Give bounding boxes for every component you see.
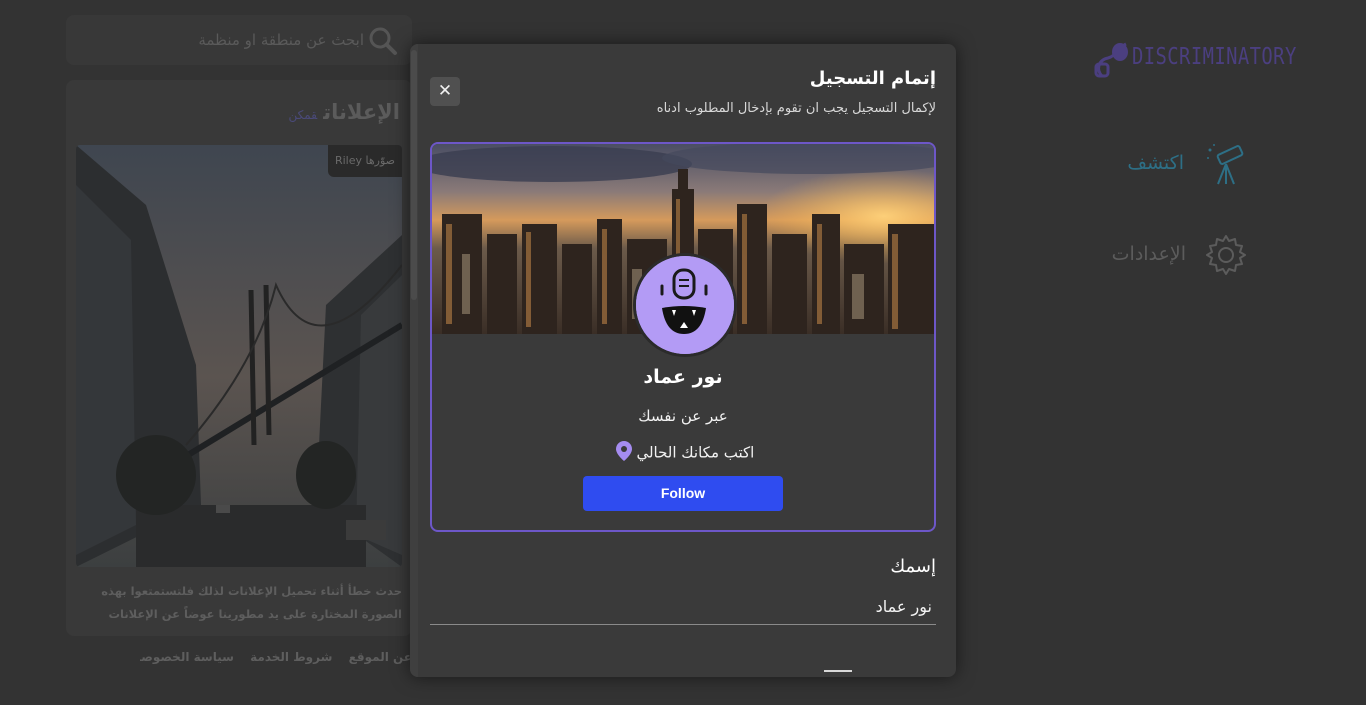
name-field[interactable] xyxy=(430,589,936,625)
profile-bio[interactable]: عبر عن نفسك xyxy=(432,407,934,425)
scrollbar-thumb[interactable] xyxy=(411,50,417,300)
photo-credit[interactable]: صوّرها Riley xyxy=(328,145,402,177)
ads-error-text: حدث خطأ أثناء تحميل الإعلانات لذلك فلتست… xyxy=(101,584,402,621)
footer-link-about[interactable]: عن الموقع xyxy=(349,650,412,664)
modal-scrollbar[interactable] xyxy=(410,44,418,677)
profile-location[interactable]: اكتب مكانك الحالي xyxy=(432,441,934,465)
search-icon[interactable] xyxy=(368,26,398,60)
close-button[interactable]: ✕ xyxy=(430,77,460,106)
ads-photo xyxy=(76,145,402,567)
follow-button[interactable]: Follow xyxy=(583,476,783,511)
name-field-label: إسمك xyxy=(890,556,936,577)
location-pin-icon xyxy=(615,441,632,465)
footer-link-terms[interactable]: شروط الخدمة xyxy=(250,650,332,664)
footer-links: عن الموقع شروط الخدمة سياسة الخصوصية xyxy=(140,650,412,664)
close-icon: ✕ xyxy=(437,81,453,101)
profile-name: نور عماد xyxy=(643,366,723,388)
search-placeholder: ابحث عن منطقة او منظمة xyxy=(198,31,364,49)
nav-item-settings[interactable]: الإعدادات xyxy=(1112,243,1186,265)
search-box[interactable]: ابحث عن منطقة او منظمة xyxy=(66,15,412,65)
modal-subtitle: لإكمال التسجيل يجب ان تقوم بإدخال المطلو… xyxy=(656,101,936,116)
profile-location-text: اكتب مكانك الحالي xyxy=(636,443,755,462)
avatar[interactable] xyxy=(633,253,737,357)
ads-title: الإعلاناتقمكن xyxy=(288,100,400,124)
modal-title: إتمام التسجيل xyxy=(809,68,936,89)
logo-icon[interactable] xyxy=(1094,40,1130,80)
gear-icon[interactable] xyxy=(1204,233,1248,281)
ads-card: الإعلاناتقمكن صوّرها Riley حدث خطأ أثناء… xyxy=(66,80,412,636)
profile-card: نور عماد عبر عن نفسك اكتب مكانك الحالي F… xyxy=(430,142,936,532)
nav-item-explore[interactable]: اكتشف xyxy=(1127,152,1184,174)
telescope-icon[interactable] xyxy=(1204,142,1248,190)
registration-modal: ✕ إتمام التسجيل لإكمال التسجيل يجب ان تق… xyxy=(410,44,956,677)
brand-name[interactable]: DISCRIMINATORY xyxy=(1132,44,1297,70)
next-field-label-partial xyxy=(824,668,864,677)
footer-link-privacy[interactable]: سياسة الخصوصية xyxy=(140,650,234,664)
